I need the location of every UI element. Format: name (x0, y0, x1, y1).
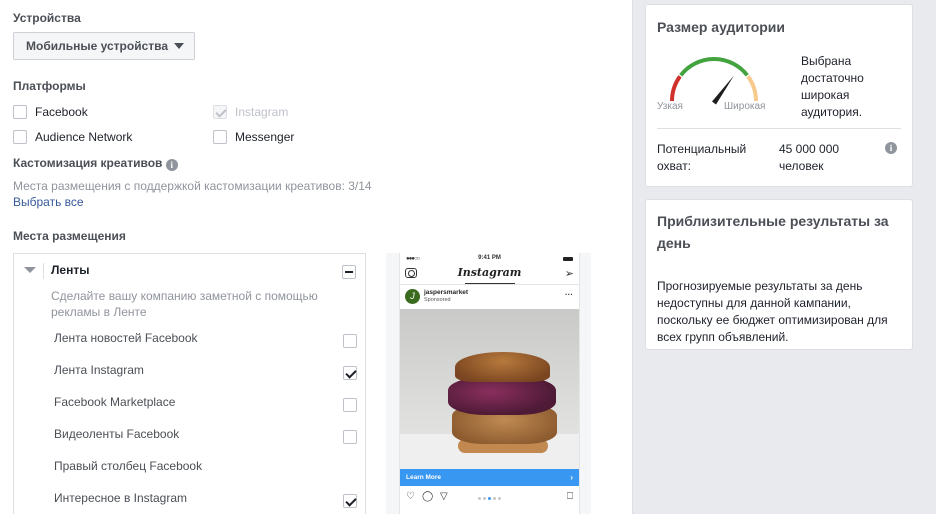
group-title: Ленты (51, 263, 90, 277)
logo-underline (465, 283, 515, 284)
sponsored-label: Sponsored (424, 297, 451, 303)
platforms-label: Платформы (13, 79, 86, 93)
share-icon: ▽ (440, 491, 448, 502)
platform-audience-network[interactable]: Audience Network (13, 130, 132, 144)
checkbox[interactable] (213, 130, 227, 144)
devices-dropdown-value: Мобильные устройства (26, 39, 169, 53)
estimates-body: Прогнозируемые результаты за день недост… (657, 279, 888, 344)
info-icon[interactable]: i (885, 142, 897, 154)
audience-description: Выбрана достаточно широкая аудитория. (801, 54, 864, 119)
devices-dropdown[interactable]: Мобильные устройства (13, 32, 195, 60)
battery-icon (563, 257, 573, 261)
gauge-arc-wide (746, 75, 759, 102)
carousel-dot (493, 497, 496, 500)
more-options-icon: ··· (565, 290, 573, 299)
divider (657, 128, 901, 129)
gauge-min-label: Узкая (657, 101, 683, 112)
gauge-arc-narrow (669, 75, 682, 102)
cabbage-filling (448, 377, 556, 415)
comment-icon: ◯ (422, 491, 434, 502)
customization-heading: Кастомизация креативов i (13, 156, 178, 171)
platform-messenger[interactable]: Messenger (213, 130, 294, 144)
select-all-link[interactable]: Выбрать все (13, 195, 84, 209)
learn-more-cta: Learn More › (400, 469, 579, 486)
status-time: 9:41 PM (478, 255, 501, 261)
group-header: Ленты (14, 254, 365, 286)
placements-group-feeds: Ленты Сделайте вашу компанию заметной с … (13, 253, 366, 514)
placement-checkbox[interactable] (343, 398, 357, 412)
estimated-results-card: Приблизительные результаты за день Прогн… (645, 199, 913, 350)
carousel-dot (483, 497, 486, 500)
group-checkbox-partial[interactable] (342, 265, 356, 279)
placement-checkbox[interactable] (343, 430, 357, 444)
audience-size-card: Размер аудитории Узкая Широкая Выбрана д… (645, 4, 913, 187)
potential-reach-label: Потенциальный охват: (657, 142, 747, 173)
main-panel: Устройства Мобильные устройства Платформ… (0, 0, 633, 514)
gauge-arc-good (679, 57, 749, 77)
post-header: J jaspersmarket Sponsored ··· (400, 286, 579, 308)
ad-preview-phone: ●●●○○ 9:41 PM Instagram ➢ J jaspersmarke… (386, 253, 591, 514)
platform-instagram[interactable]: Instagram (213, 105, 288, 119)
bun-top (455, 352, 550, 382)
placement-item: Лента новостей Facebook (54, 331, 198, 345)
phone-screen: ●●●○○ 9:41 PM Instagram ➢ J jaspersmarke… (399, 253, 580, 514)
checkbox[interactable] (13, 105, 27, 119)
checkbox[interactable] (13, 130, 27, 144)
ad-image-burger (400, 309, 579, 469)
platform-label: Audience Network (35, 130, 133, 144)
platform-label: Facebook (35, 105, 88, 119)
placement-checkbox[interactable] (343, 366, 357, 380)
estimates-title: Приблизительные результаты за день (657, 213, 889, 251)
placement-item: Правый столбец Facebook (54, 459, 203, 473)
devices-label: Устройства (13, 11, 81, 25)
placement-item: Интересное в Instagram (54, 491, 188, 505)
placement-item: Лента Instagram (54, 363, 144, 377)
carousel-dot-active (488, 497, 491, 500)
instagram-logo: Instagram (457, 266, 522, 279)
customization-label: Кастомизация креативов (13, 156, 163, 170)
platform-label: Messenger (235, 130, 295, 144)
collapse-triangle-icon[interactable] (24, 267, 36, 273)
account-name: jaspersmarket (424, 289, 469, 296)
placement-item: Видеоленты Facebook (54, 427, 180, 441)
platform-facebook[interactable]: Facebook (13, 105, 88, 119)
cta-label: Learn More (406, 474, 442, 481)
direct-send-icon: ➢ (564, 268, 574, 280)
gauge-max-label: Широкая (724, 101, 766, 112)
avatar: J (405, 289, 420, 304)
instagram-nav-bar: Instagram ➢ (400, 265, 579, 285)
carousel-dot (498, 497, 501, 500)
customization-subtext: Места размещения с поддержкой кастомизац… (13, 179, 372, 193)
heart-icon: ♡ (406, 491, 415, 502)
divider (43, 263, 44, 279)
placement-checkbox[interactable] (343, 494, 357, 508)
caret-down-icon (174, 43, 185, 49)
post-actions: ♡ ◯ ▽ ⎕ (400, 489, 579, 507)
placement-checkbox[interactable] (343, 334, 357, 348)
group-description: Сделайте вашу компанию заметной с помощь… (51, 289, 318, 319)
placement-item: Facebook Marketplace (54, 395, 176, 409)
bookmark-icon: ⎕ (567, 491, 573, 502)
audience-title: Размер аудитории (657, 19, 786, 35)
carousel-dot (478, 497, 481, 500)
status-bar: ●●●○○ 9:41 PM (400, 253, 579, 265)
carousel-dots (478, 497, 501, 500)
platform-label: Instagram (235, 105, 289, 119)
checkbox[interactable] (213, 105, 227, 119)
potential-reach-value: 45 000 000 человек (779, 142, 840, 173)
placements-label: Места размещения (13, 229, 126, 243)
info-icon[interactable]: i (165, 159, 178, 171)
chevron-right-icon: › (570, 473, 573, 482)
